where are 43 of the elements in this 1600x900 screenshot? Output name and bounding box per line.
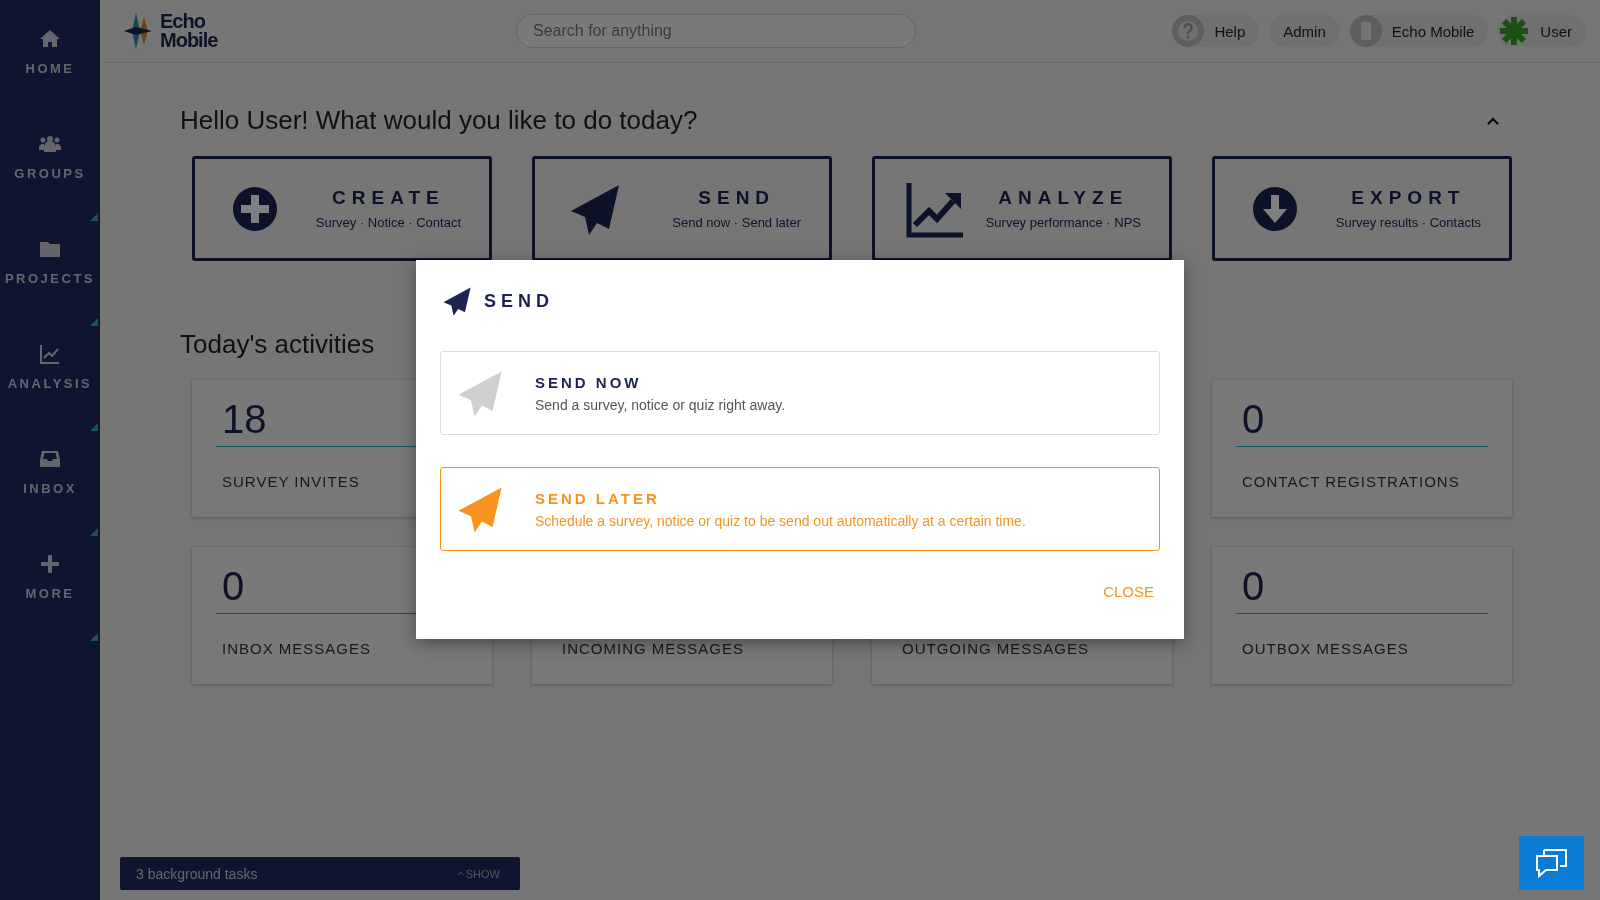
stat-value: 0 <box>1241 397 1266 443</box>
stat-value: 0 <box>1241 564 1266 610</box>
stat-label: SURVEY INVITES <box>222 473 361 490</box>
menu-button[interactable]: Echo Mobile <box>1349 15 1489 47</box>
help-icon <box>1172 15 1205 47</box>
show-toggle[interactable]: SHOW <box>450 866 506 881</box>
stat-value: 0 <box>221 564 246 610</box>
chat-button[interactable] <box>1519 836 1584 890</box>
close-button[interactable]: CLOSE <box>1097 579 1160 604</box>
nav-item[interactable]: ANALYSIS <box>0 342 100 447</box>
greeting-heading: Hello User! What would you like to do today? <box>180 105 698 136</box>
nav-item[interactable]: GROUPS <box>0 132 100 237</box>
stat-value: 18 <box>221 397 268 443</box>
section-heading: Today's activities <box>180 329 376 360</box>
stat-label: INCOMING MESSAGES <box>562 640 746 657</box>
tasks-text: 3 background tasks <box>136 865 258 882</box>
action-card[interactable]: CREATE Survey · Notice · Contact <box>192 156 492 261</box>
building-icon <box>1349 15 1382 47</box>
collapse-icon[interactable] <box>1486 115 1500 126</box>
caret-icon <box>456 871 464 876</box>
stat-label: OUTBOX MESSAGES <box>1242 640 1410 657</box>
menu-button[interactable]: Help <box>1172 15 1260 47</box>
menu-button[interactable]: Admin <box>1269 15 1340 47</box>
nav-item[interactable]: PROJECTS <box>0 237 100 342</box>
chart-icon <box>38 342 62 366</box>
avatar-icon <box>1498 15 1531 47</box>
stat-label: OUTGOING MESSAGES <box>902 640 1091 657</box>
action-card[interactable]: SEND Send now · Send later <box>532 156 832 261</box>
plus-icon <box>38 552 62 576</box>
dialog-title: SEND <box>484 290 554 312</box>
action-card[interactable]: ANALYZE Survey performance · NPS <box>872 156 1172 261</box>
send-option[interactable]: SEND NOW Send a survey, notice or quiz right away. <box>440 351 1160 435</box>
action-card[interactable]: EXPORT Survey results · Contacts <box>1212 156 1512 261</box>
stat-label: INBOX MESSAGES <box>222 640 373 657</box>
menu-button[interactable]: User <box>1498 15 1586 47</box>
stat-label: CONTACT REGISTRATIONS <box>1242 473 1461 490</box>
chat-icon <box>1533 846 1570 880</box>
logo-text: Echo Mobile <box>160 12 218 50</box>
nav-item[interactable]: HOME <box>0 27 100 132</box>
search-field[interactable]: Search for anything <box>516 14 916 48</box>
nav-item[interactable]: MORE <box>0 552 100 657</box>
nav-item[interactable]: INBOX <box>0 447 100 552</box>
send-option[interactable]: SEND LATER Schedule a survey, notice or quiz to be send out automatically at a certain time. <box>440 467 1160 551</box>
